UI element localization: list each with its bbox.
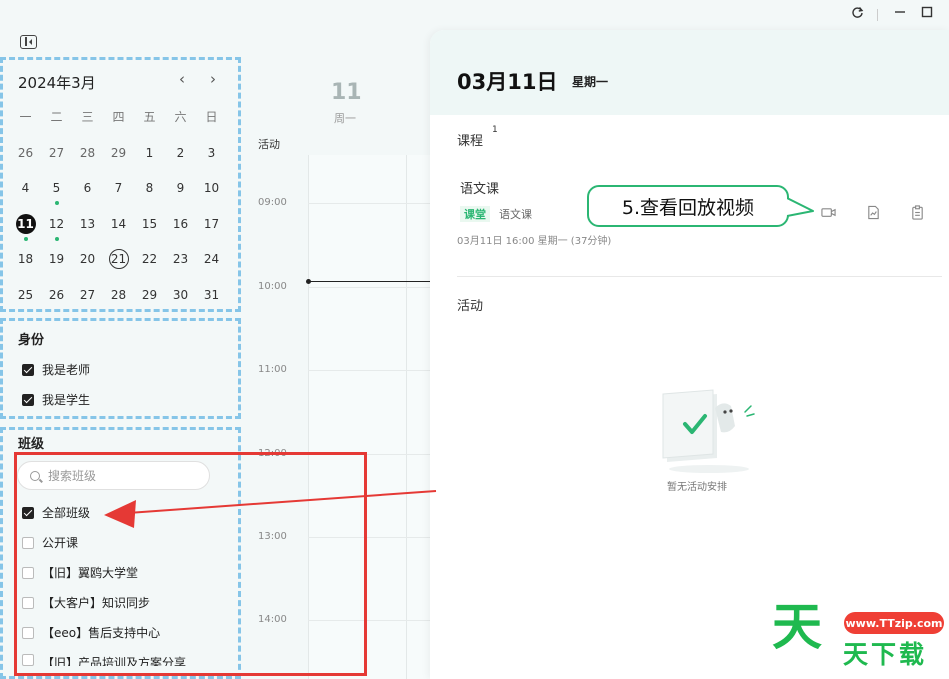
watermark-text: 天下载 — [843, 640, 928, 669]
watermark-url: www.TTzip.com — [844, 612, 944, 634]
annotation-arrow — [104, 490, 437, 528]
playback-callout: 5.查看回放视频 — [587, 185, 789, 227]
callout-pointer — [787, 197, 814, 217]
watermark-logo: 天 — [772, 598, 822, 656]
